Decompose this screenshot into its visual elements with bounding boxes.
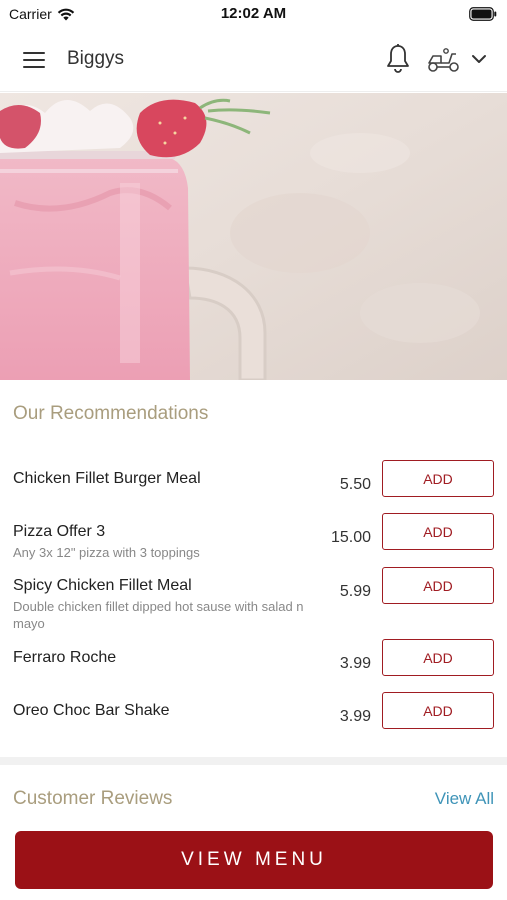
item-name: Chicken Fillet Burger Meal bbox=[13, 470, 201, 487]
chevron-down-icon bbox=[472, 55, 486, 63]
delivery-mode-button[interactable] bbox=[426, 46, 462, 74]
item-name: Ferraro Roche bbox=[13, 649, 117, 666]
reviews-heading: Customer Reviews bbox=[13, 788, 173, 809]
item-price: 5.99 bbox=[339, 583, 371, 600]
add-button[interactable]: ADD bbox=[382, 639, 494, 676]
add-button[interactable]: ADD bbox=[382, 513, 494, 550]
item-price: 3.99 bbox=[339, 655, 371, 672]
menu-button[interactable] bbox=[18, 46, 50, 74]
view-all-reviews-link[interactable]: View All bbox=[435, 789, 494, 809]
section-divider bbox=[0, 757, 507, 765]
hamburger-menu-icon bbox=[23, 52, 45, 68]
item-name: Spicy Chicken Fillet Meal bbox=[13, 577, 192, 594]
recommendations-heading: Our Recommendations bbox=[13, 403, 209, 424]
item-name: Oreo Choc Bar Shake bbox=[13, 702, 170, 719]
add-button[interactable]: ADD bbox=[382, 567, 494, 604]
bell-icon bbox=[387, 44, 409, 73]
item-price: 5.50 bbox=[339, 476, 371, 493]
battery-icon bbox=[469, 7, 497, 21]
add-button[interactable]: ADD bbox=[382, 460, 494, 497]
restaurant-title: Biggys bbox=[67, 48, 125, 69]
notifications-button[interactable] bbox=[384, 43, 412, 75]
item-description: Any 3x 12" pizza with 3 toppings bbox=[13, 545, 200, 560]
clock: 12:02 AM bbox=[220, 5, 287, 22]
location-dropdown-button[interactable] bbox=[468, 48, 490, 70]
status-bar: Carrier 12:02 AM bbox=[0, 0, 507, 28]
item-name: Pizza Offer 3 bbox=[13, 523, 106, 540]
add-button[interactable]: ADD bbox=[382, 692, 494, 729]
hero-banner-image bbox=[0, 93, 507, 380]
view-menu-button[interactable]: VIEW MENU bbox=[15, 831, 493, 889]
delivery-scooter-icon bbox=[428, 48, 459, 72]
item-price: 3.99 bbox=[339, 708, 371, 725]
item-description: Double chicken fillet dipped hot sause w… bbox=[13, 599, 304, 631]
item-price: 15.00 bbox=[330, 529, 371, 546]
app-header: Biggys bbox=[0, 28, 507, 92]
